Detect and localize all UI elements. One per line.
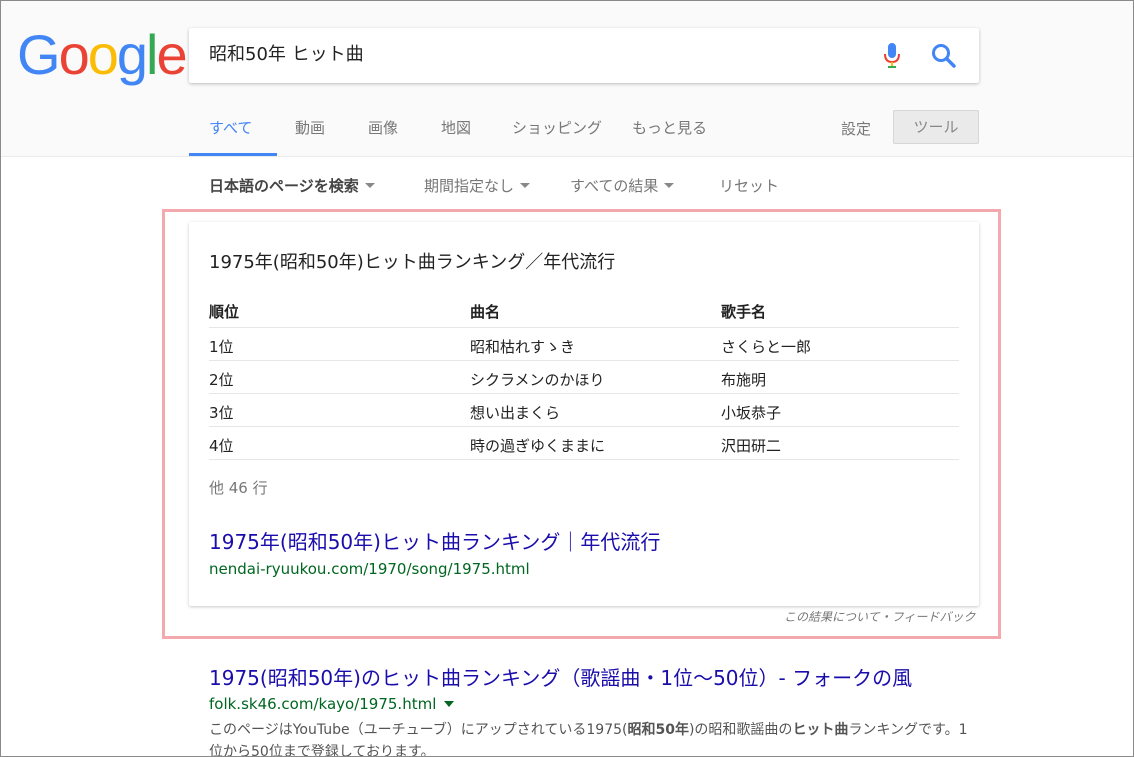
tab-more[interactable]: もっと見る xyxy=(632,117,707,138)
filter-label: 期間指定なし xyxy=(424,177,515,195)
table-header-row: 順位 曲名 歌手名 xyxy=(209,294,959,328)
snippet-text: このページはYouTube（ユーチューブ）にアップされている1975( xyxy=(209,722,628,738)
logo-letter: o xyxy=(58,23,90,86)
search-input[interactable] xyxy=(209,42,849,63)
table-cell: さくらと一郎 xyxy=(721,338,812,356)
dropdown-caret-icon[interactable] xyxy=(444,700,455,707)
column-header: 曲名 xyxy=(470,303,501,321)
snippet-title: 1975年(昭和50年)ヒット曲ランキング／年代流行 xyxy=(209,252,616,273)
filter-language[interactable]: 日本語のページを検索 xyxy=(209,175,375,196)
snippet-bold: ヒット曲 xyxy=(792,722,849,738)
tab-images[interactable]: 画像 xyxy=(368,117,398,138)
dropdown-caret-icon xyxy=(664,183,675,188)
browser-frame: Google すべて 動画 画像 地図 ショッピング もっと見る 設定 xyxy=(0,0,1134,757)
table-row: 1位 昭和枯れすゝき さくらと一郎 xyxy=(209,328,959,361)
table-cell: 小坂恭子 xyxy=(721,404,782,422)
result-snippet: このページはYouTube（ユーチューブ）にアップされている1975(昭和50年… xyxy=(209,719,969,756)
logo-letter: e xyxy=(156,23,187,86)
table-row: 2位 シクラメンのかほり 布施明 xyxy=(209,361,959,394)
tools-button[interactable]: ツール xyxy=(893,110,979,144)
search-icon[interactable] xyxy=(931,43,957,69)
table-cell: 3位 xyxy=(209,404,234,422)
table-cell: シクラメンのかほり xyxy=(470,371,605,389)
table-cell: 沢田研二 xyxy=(721,437,782,455)
snippet-bold: 昭和50年 xyxy=(627,722,689,738)
table-cell: 2位 xyxy=(209,371,234,389)
logo-letter: l xyxy=(146,23,159,86)
dropdown-caret-icon xyxy=(364,183,375,188)
filter-label: 日本語のページを検索 xyxy=(209,177,359,195)
filter-reset[interactable]: リセット xyxy=(719,175,779,196)
tab-shopping[interactable]: ショッピング xyxy=(512,117,602,138)
dropdown-caret-icon xyxy=(520,183,531,188)
logo-letter: o xyxy=(87,23,119,86)
header: Google すべて 動画 画像 地図 ショッピング もっと見る 設定 xyxy=(1,1,1133,157)
search-box xyxy=(189,28,979,83)
filter-label: すべての結果 xyxy=(570,177,659,195)
table-row: 3位 想い出まくら 小坂恭子 xyxy=(209,394,959,427)
logo-letter: g xyxy=(116,23,148,86)
google-logo[interactable]: Google xyxy=(17,23,188,86)
column-header: 歌手名 xyxy=(721,303,767,321)
microphone-icon[interactable] xyxy=(882,42,902,70)
snippet-result-url: nendai-ryuukou.com/1970/song/1975.html xyxy=(209,560,530,578)
table-cell: 4位 xyxy=(209,437,234,455)
table-cell: 昭和枯れすゝき xyxy=(470,338,576,356)
featured-snippet: 1975年(昭和50年)ヒット曲ランキング／年代流行 順位 曲名 歌手名 1位 … xyxy=(189,222,979,606)
result-title-link[interactable]: 1975(昭和50年)のヒット曲ランキング（歌謡曲・1位〜50位）- フォークの… xyxy=(209,662,912,691)
snippet-table: 順位 曲名 歌手名 1位 昭和枯れすゝき さくらと一郎 2位 シクラメンのかほり… xyxy=(209,294,959,460)
snippet-result-link[interactable]: 1975年(昭和50年)ヒット曲ランキング｜年代流行 xyxy=(209,526,660,555)
tab-maps[interactable]: 地図 xyxy=(441,117,471,138)
filter-results[interactable]: すべての結果 xyxy=(570,175,675,196)
result-url: folk.sk46.com/kayo/1975.html xyxy=(209,695,455,713)
active-tab-indicator xyxy=(189,153,277,156)
table-cell: 1位 xyxy=(209,338,234,356)
tab-videos[interactable]: 動画 xyxy=(295,117,325,138)
settings-link[interactable]: 設定 xyxy=(841,118,871,139)
feedback-link[interactable]: この結果について・フィードバック xyxy=(784,608,975,625)
logo-letter: G xyxy=(17,23,61,86)
result-url-text: folk.sk46.com/kayo/1975.html xyxy=(209,695,437,713)
table-cell: 想い出まくら xyxy=(470,404,561,422)
tab-all[interactable]: すべて xyxy=(209,117,252,138)
more-rows-count: 他 46 行 xyxy=(209,479,268,497)
table-row: 4位 時の過ぎゆくままに 沢田研二 xyxy=(209,427,959,460)
column-header: 順位 xyxy=(209,303,240,321)
filter-period[interactable]: 期間指定なし xyxy=(424,175,531,196)
table-cell: 時の過ぎゆくままに xyxy=(470,437,606,455)
snippet-text: )の昭和歌謡曲の xyxy=(688,722,793,738)
table-cell: 布施明 xyxy=(721,371,767,389)
